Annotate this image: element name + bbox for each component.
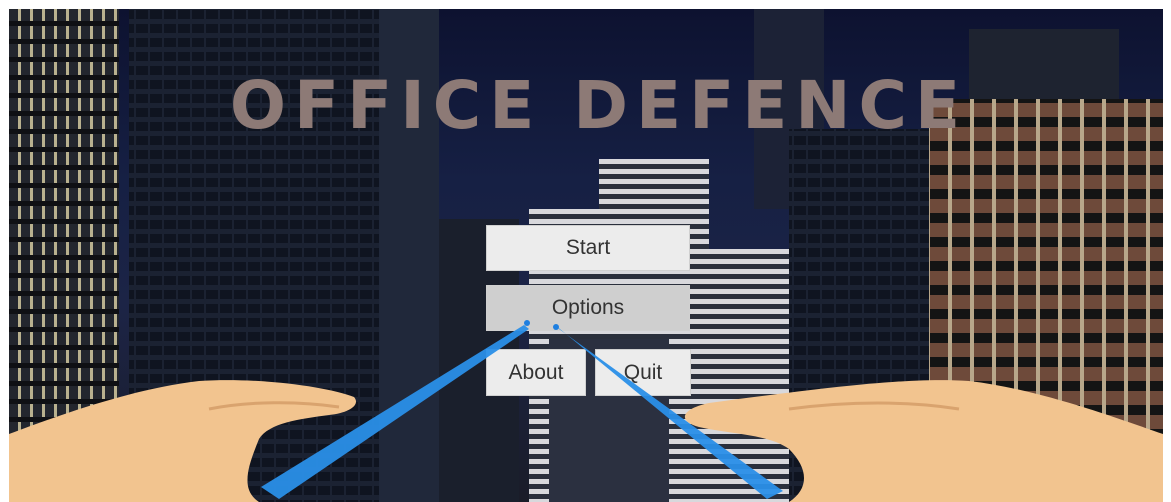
city-scene: OFFICE DEFENCE Start Options About Quit xyxy=(9,9,1163,502)
vr-controllers xyxy=(9,320,1163,502)
left-hand xyxy=(9,380,357,502)
right-pointer-dot xyxy=(553,324,559,330)
left-pointer-dot xyxy=(524,320,530,326)
game-viewport: OFFICE DEFENCE Start Options About Quit xyxy=(0,0,1171,502)
